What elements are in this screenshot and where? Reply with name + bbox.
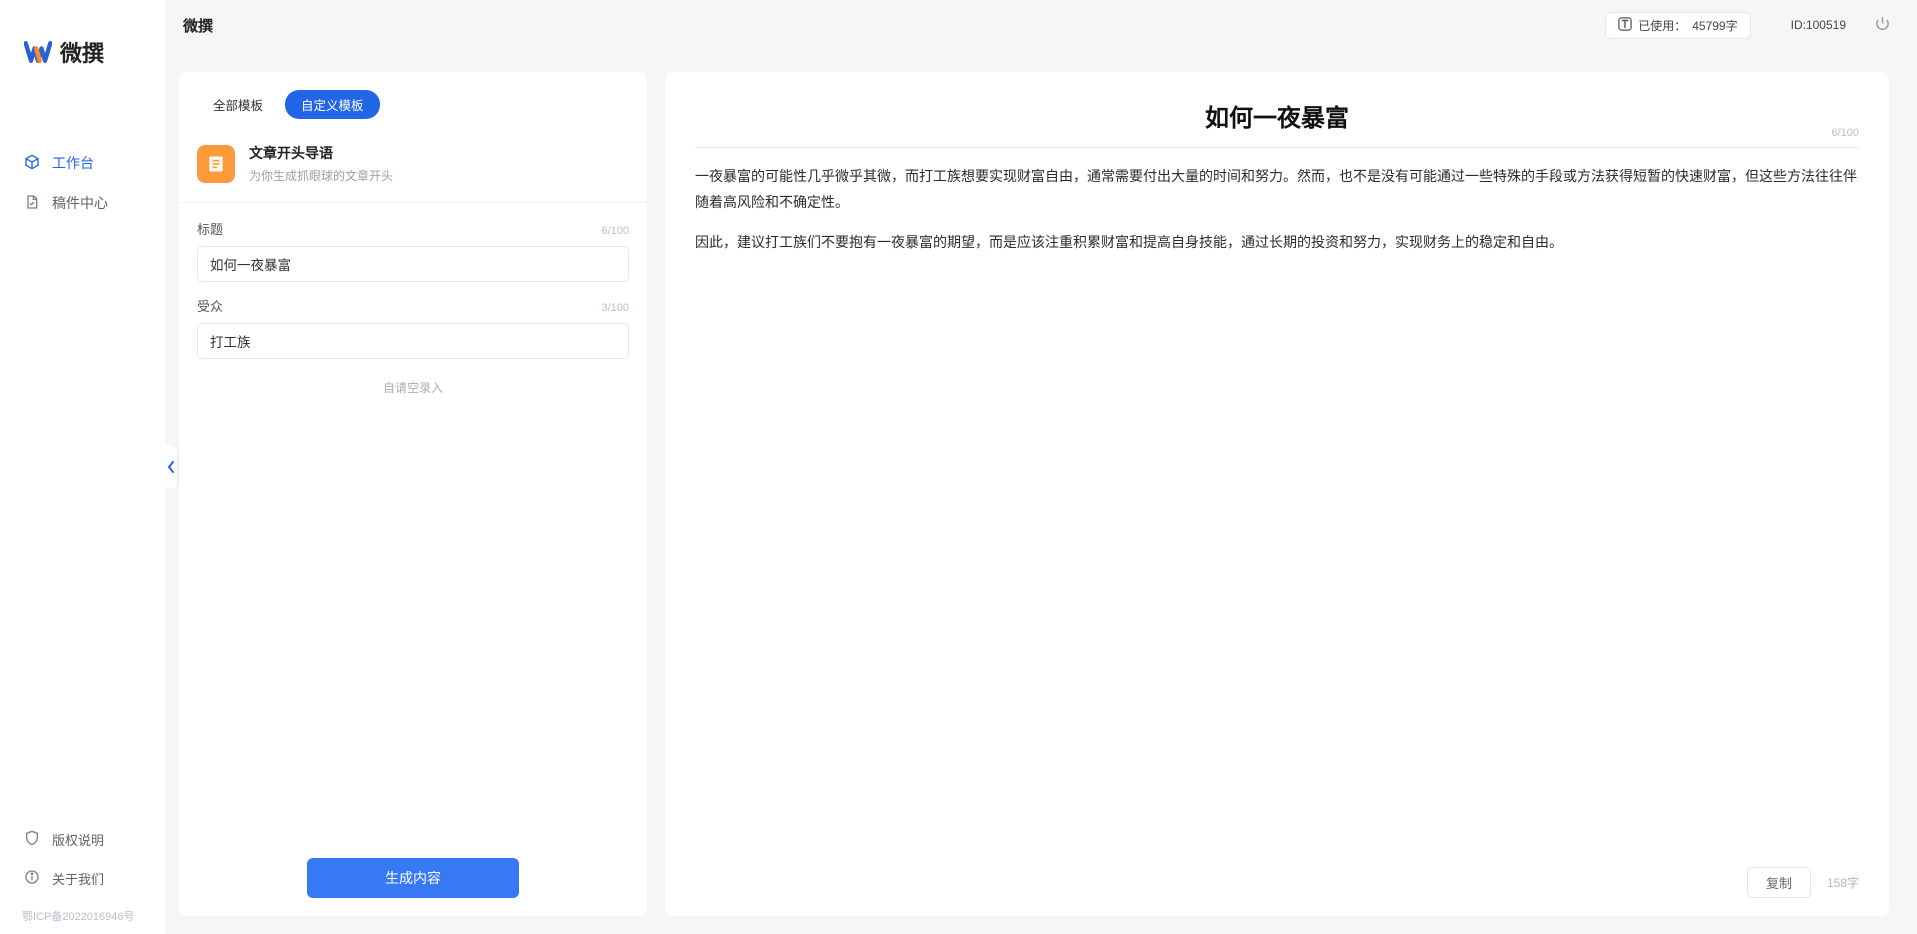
sidebar-collapse-handle[interactable] [165, 445, 177, 489]
result-title-counter: 6/100 [1831, 127, 1859, 139]
template-type-icon [197, 145, 235, 183]
main: 微撰 已使用： 45799字 ID:100519 全部模板 自定义模板 [165, 0, 1917, 934]
logo-mark-icon [24, 38, 52, 66]
sidebar-item-workbench[interactable]: 工作台 [8, 143, 157, 183]
result-paragraph: 因此，建议打工族们不要抱有一夜暴富的期望，而是应该注重积累财富和提高自身技能，通… [695, 230, 1859, 256]
usage-label: 已使用： [1638, 17, 1686, 34]
form-hint: 自请空录入 [197, 379, 629, 396]
tab-custom-template[interactable]: 自定义模板 [285, 90, 380, 119]
cube-icon [24, 154, 40, 173]
field-title: 标题 6/100 [197, 219, 629, 282]
word-count: 158字 [1827, 874, 1859, 891]
template-tabs: 全部模板 自定义模板 [179, 90, 647, 129]
topbar: 微撰 已使用： 45799字 ID:100519 [165, 0, 1917, 50]
audience-input[interactable] [197, 323, 629, 359]
field-label: 受众 [197, 296, 223, 315]
sidebar-item-copyright[interactable]: 版权说明 [8, 820, 157, 859]
title-input[interactable] [197, 246, 629, 282]
sidebar-item-label: 关于我们 [52, 869, 104, 888]
usage-badge[interactable]: 已使用： 45799字 [1605, 12, 1750, 39]
template-title: 文章开头导语 [249, 143, 393, 163]
page-title: 微撰 [183, 15, 213, 36]
result-panel: 如何一夜暴富 6/100 一夜暴富的可能性几乎微乎其微，而打工族想要实现财富自由… [665, 72, 1889, 916]
doc-edit-icon [24, 194, 40, 213]
template-header: 文章开头导语 为你生成抓眼球的文章开头 [179, 129, 647, 203]
copy-button[interactable]: 复制 [1747, 867, 1811, 898]
result-header: 如何一夜暴富 6/100 [695, 98, 1859, 148]
config-panel: 全部模板 自定义模板 文章开头导语 为你生成抓眼球的文章开头 标题 [179, 72, 647, 916]
field-label: 标题 [197, 219, 223, 238]
sidebar-item-label: 工作台 [52, 153, 94, 173]
sidebar: 微撰 工作台 稿件中心 版权说明 [0, 0, 165, 934]
result-footer: 复制 158字 [695, 857, 1859, 898]
char-counter: 3/100 [601, 302, 629, 314]
power-button[interactable] [1874, 15, 1891, 35]
shield-icon [24, 830, 40, 849]
result-title: 如何一夜暴富 [695, 98, 1859, 133]
result-body[interactable]: 一夜暴富的可能性几乎微乎其微，而打工族想要实现财富自由，通常需要付出大量的时间和… [695, 164, 1859, 857]
icp-text: 鄂ICP备2022016946号 [0, 904, 165, 934]
brand-logo: 微撰 [0, 0, 165, 78]
info-icon [24, 869, 40, 888]
field-audience: 受众 3/100 [197, 296, 629, 359]
sidebar-item-label: 稿件中心 [52, 193, 108, 213]
sidebar-item-about[interactable]: 关于我们 [8, 859, 157, 898]
sidebar-footer: 版权说明 关于我们 [0, 820, 165, 904]
usage-value: 45799字 [1692, 17, 1737, 34]
sidebar-item-drafts[interactable]: 稿件中心 [8, 183, 157, 223]
workspace: 全部模板 自定义模板 文章开头导语 为你生成抓眼球的文章开头 标题 [165, 50, 1917, 934]
user-id: ID:100519 [1791, 18, 1846, 32]
char-counter: 6/100 [601, 225, 629, 237]
config-form: 标题 6/100 受众 3/100 自请空录入 [179, 203, 647, 858]
result-paragraph: 一夜暴富的可能性几乎微乎其微，而打工族想要实现财富自由，通常需要付出大量的时间和… [695, 164, 1859, 216]
text-count-icon [1618, 17, 1632, 34]
tab-all-templates[interactable]: 全部模板 [197, 90, 279, 119]
brand-name: 微撰 [60, 36, 104, 68]
sidebar-item-label: 版权说明 [52, 830, 104, 849]
generate-button[interactable]: 生成内容 [307, 858, 519, 898]
template-description: 为你生成抓眼球的文章开头 [249, 167, 393, 184]
main-nav: 工作台 稿件中心 [0, 143, 165, 223]
